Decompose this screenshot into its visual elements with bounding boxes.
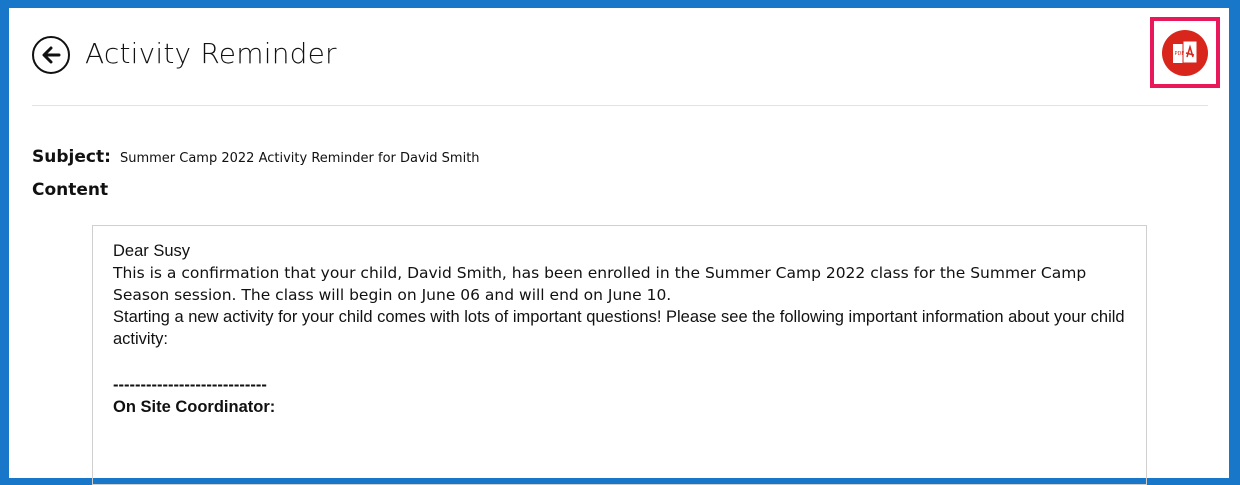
confirmation-paragraph: This is a confirmation that your child, … <box>113 264 1087 304</box>
back-button[interactable] <box>32 36 70 74</box>
greeting-text: Dear Susy <box>113 242 191 260</box>
main-panel: Activity Reminder PDF Subject: Summer Ca… <box>9 8 1229 485</box>
page-title: Activity Reminder <box>85 37 337 70</box>
subject-value: Summer Camp 2022 Activity Reminder for D… <box>119 151 480 166</box>
header-divider <box>32 105 1208 106</box>
subject-label: Subject: <box>32 147 111 167</box>
subject-row: Subject: Summer Camp 2022 Activity Remin… <box>32 147 480 167</box>
arrow-left-icon <box>42 46 61 64</box>
section-heading: On Site Coordinator: <box>113 398 276 416</box>
separator-line: ---------------------------- <box>113 376 267 394</box>
page-header: Activity Reminder PDF <box>9 8 1229 106</box>
svg-text:PDF: PDF <box>1175 51 1185 57</box>
info-paragraph: Starting a new activity for your child c… <box>113 308 1125 348</box>
content-label: Content <box>32 180 109 200</box>
email-content-box: Dear Susy This is a confirmation that yo… <box>92 225 1147 485</box>
pdf-export-button[interactable]: PDF <box>1150 17 1220 88</box>
pdf-icon: PDF <box>1162 29 1208 76</box>
